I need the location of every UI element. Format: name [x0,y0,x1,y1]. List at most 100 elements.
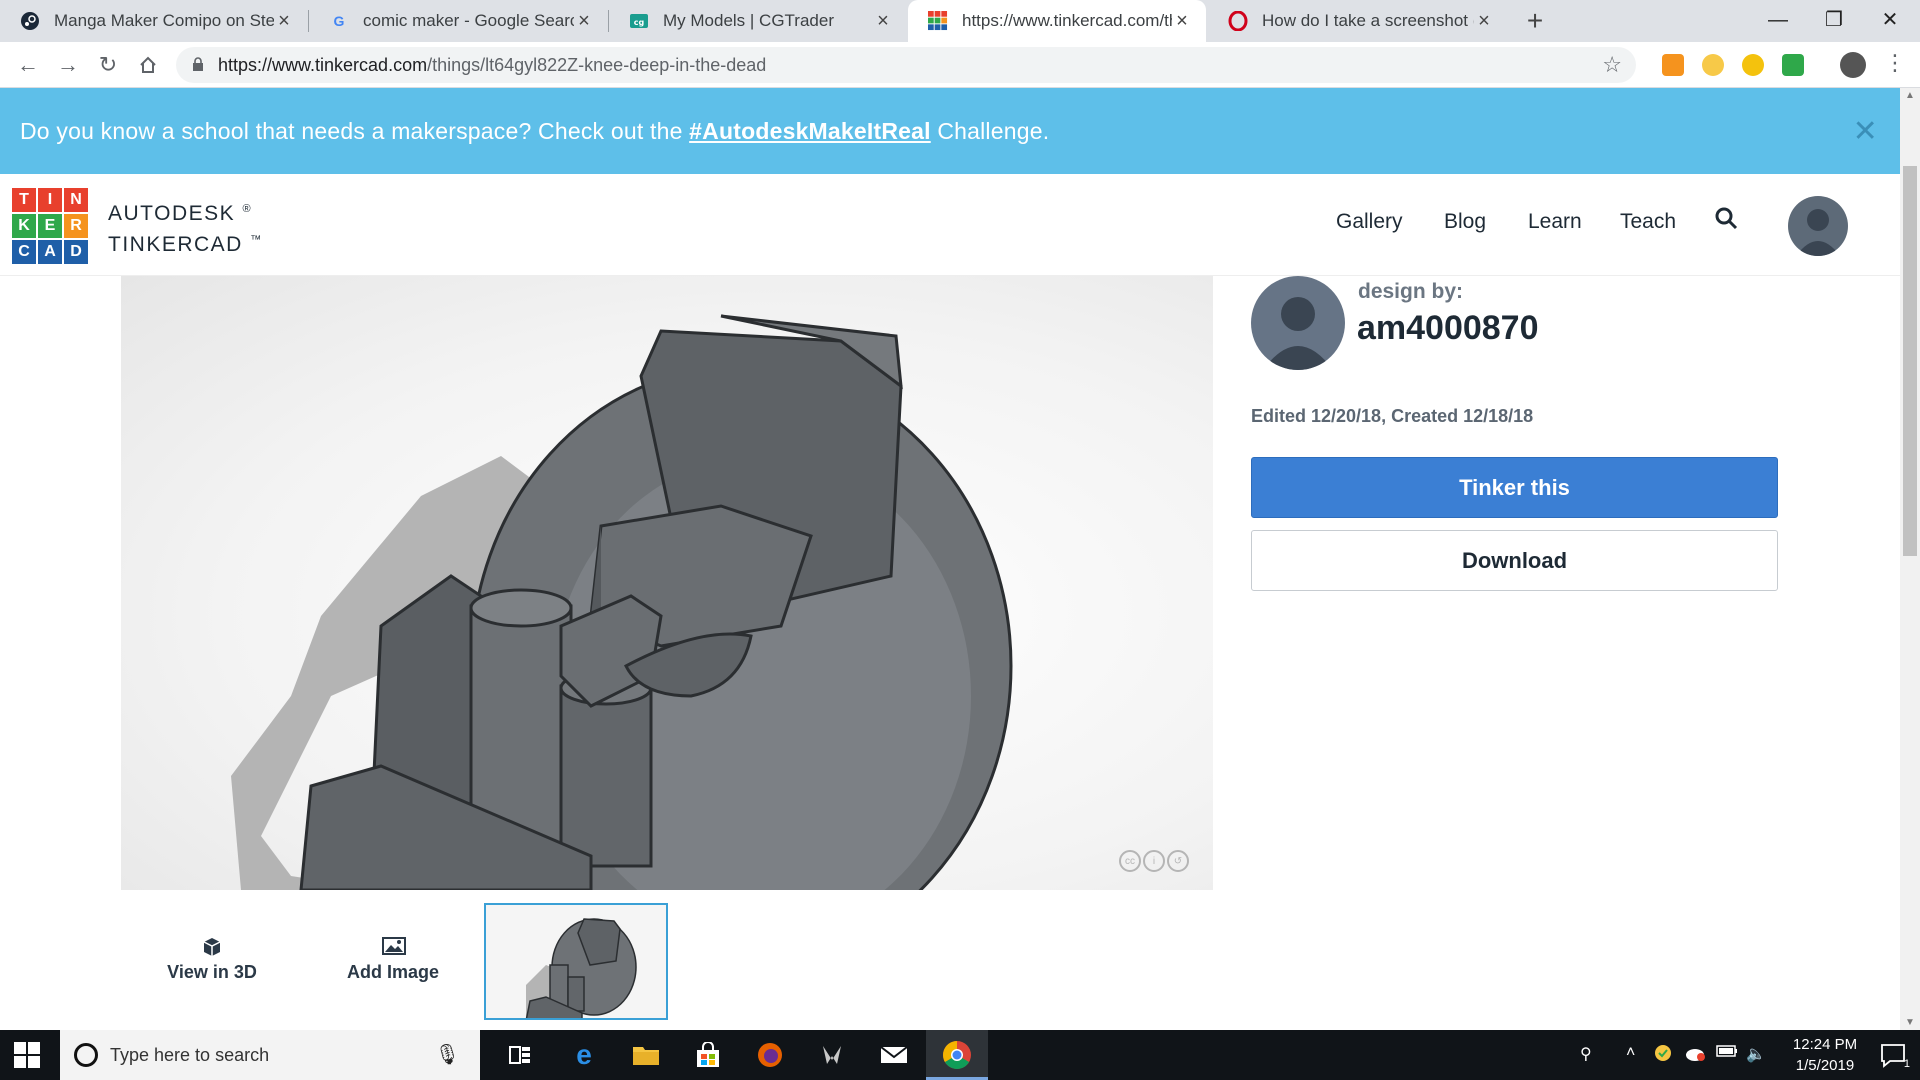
volume-icon[interactable]: 🔈 [1746,1044,1766,1064]
cc-icon: cc [1119,850,1141,872]
store-icon[interactable] [692,1039,724,1071]
user-avatar[interactable] [1788,196,1848,256]
clock-date: 1/5/2019 [1795,1057,1855,1074]
logo-letter: A [38,240,62,264]
creator-name-link[interactable]: am4000870 [1357,309,1539,348]
tinkercad-logo[interactable]: T I N K E R C A D [12,188,88,264]
close-icon[interactable]: × [873,10,893,33]
tab-title: Manga Maker Comipo on Steam [54,11,274,30]
banner-text-after: Challenge. [930,117,1050,144]
file-explorer-icon[interactable] [630,1039,662,1071]
action-center-icon[interactable]: 1 [1880,1042,1910,1070]
address-bar[interactable]: https://www.tinkercad.com/things/lt64gyl… [176,47,1636,83]
back-arrow-icon[interactable]: ← [14,51,42,79]
close-icon[interactable]: × [574,10,594,33]
brand-tinkercad: TINKERCAD [108,233,243,256]
nav-learn[interactable]: Learn [1528,210,1582,234]
add-image-label: Add Image [346,962,439,982]
brand-name[interactable]: AUTODESK ® TINKERCAD ™ [108,196,263,258]
extension-check-icon[interactable] [1782,54,1804,76]
banner-close-icon[interactable]: ✕ [1853,114,1878,149]
banner-link[interactable]: #AutodeskMakeItReal [689,118,931,145]
tab-steam[interactable]: Manga Maker Comipo on Steam × [0,0,308,42]
scroll-down-arrow-icon[interactable]: ▼ [1905,1017,1915,1028]
image-icon [382,936,406,956]
scroll-up-arrow-icon[interactable]: ▲ [1905,90,1915,101]
tab-cgtrader[interactable]: cg My Models | CGTrader × [609,0,907,42]
model-render [231,314,1013,890]
minimize-icon[interactable]: — [1750,0,1806,40]
extension-home-icon[interactable] [1742,54,1764,76]
people-icon[interactable]: ⚲ [1580,1044,1592,1064]
windows-taskbar: Type here to search 🎙 e ⚲ ˄ 🔈 12:24 PM 1… [0,1030,1920,1080]
logo-letter: K [12,214,36,238]
tab-title: My Models | CGTrader [663,11,834,30]
close-icon[interactable]: × [274,10,294,33]
taskbar-search-placeholder: Type here to search [110,1044,270,1065]
extension-bag-icon[interactable] [1662,54,1684,76]
cgtrader-icon: cg [629,11,649,31]
google-icon: G [333,13,345,29]
task-view-icon[interactable] [504,1039,536,1071]
download-button[interactable]: Download [1251,530,1778,591]
logo-letter: E [38,214,62,238]
model-3d-viewer[interactable]: cc i ↺ [121,276,1213,890]
add-image-button[interactable]: Add Image [318,936,468,983]
tab-opera[interactable]: How do I take a screenshot (pictu × [1208,0,1508,42]
share-alike-icon: ↺ [1167,850,1189,872]
browser-profile-avatar[interactable] [1840,52,1866,78]
microphone-icon[interactable]: 🎙 [435,1042,460,1067]
svg-text:cg: cg [634,18,645,27]
close-window-icon[interactable]: ✕ [1862,0,1918,40]
attribution-icon: i [1143,850,1165,872]
cloud-sync-icon[interactable] [1684,1044,1706,1067]
close-icon[interactable]: × [1474,10,1494,33]
extension-search-icon[interactable] [1702,54,1724,76]
bookmark-star-icon[interactable]: ☆ [1602,52,1622,78]
logo-letter: N [64,188,88,212]
view-in-3d-button[interactable]: View in 3D [137,936,287,983]
creative-commons-badge[interactable]: cc i ↺ [1119,850,1189,872]
cube-icon [201,936,223,956]
logo-letter: C [12,240,36,264]
tinker-this-button[interactable]: Tinker this [1251,457,1778,518]
predator-app-icon[interactable] [816,1039,848,1071]
taskbar-clock[interactable]: 12:24 PM 1/5/2019 [1770,1034,1880,1076]
browser-tab-strip: Manga Maker Comipo on Steam × G comic ma… [0,0,1920,42]
edge-browser-icon[interactable]: e [568,1039,600,1071]
tab-title: https://www.tinkercad.com/thing [962,11,1172,30]
restore-icon[interactable]: ❐ [1806,0,1862,40]
norton-tray-icon[interactable] [1654,1044,1672,1067]
mail-icon[interactable] [878,1039,910,1071]
steam-icon [20,11,40,31]
notification-count: 1 [1903,1058,1910,1070]
windows-start-icon[interactable] [14,1042,40,1068]
chevron-up-icon[interactable]: ˄ [1626,1044,1635,1062]
logo-letter: R [64,214,88,238]
firefox-icon[interactable] [754,1039,786,1071]
page-scrollbar[interactable]: ▲ ▼ [1900,88,1920,1030]
nav-teach[interactable]: Teach [1620,210,1676,234]
browser-toolbar: ← → ↻ https://www.tinkercad.com/things/l… [0,42,1920,88]
url-path: /things/lt64gyl822Z-knee-deep-in-the-dea… [427,54,767,75]
scrollbar-thumb[interactable] [1903,166,1917,556]
tab-google[interactable]: G comic maker - Google Search × [309,0,608,42]
reload-icon[interactable]: ↻ [94,51,122,79]
battery-icon[interactable] [1716,1044,1738,1063]
close-icon[interactable]: × [1172,10,1192,33]
creator-avatar[interactable] [1251,276,1345,370]
logo-letter: I [38,188,62,212]
model-thumbnail[interactable] [484,903,668,1020]
chrome-icon [943,1041,971,1069]
tab-tinkercad[interactable]: https://www.tinkercad.com/thing × [908,0,1206,42]
chrome-taskbar-button[interactable] [926,1030,988,1080]
taskbar-search-box[interactable]: Type here to search 🎙 [60,1030,480,1080]
forward-arrow-icon[interactable]: → [54,51,82,79]
brand-autodesk: AUTODESK [108,202,236,225]
nav-blog[interactable]: Blog [1444,210,1486,234]
nav-gallery[interactable]: Gallery [1336,210,1403,234]
browser-menu-icon[interactable]: ⋮ [1884,50,1906,76]
search-icon[interactable] [1714,206,1740,232]
new-tab-button[interactable]: + [1520,6,1550,36]
home-icon[interactable] [134,51,162,79]
